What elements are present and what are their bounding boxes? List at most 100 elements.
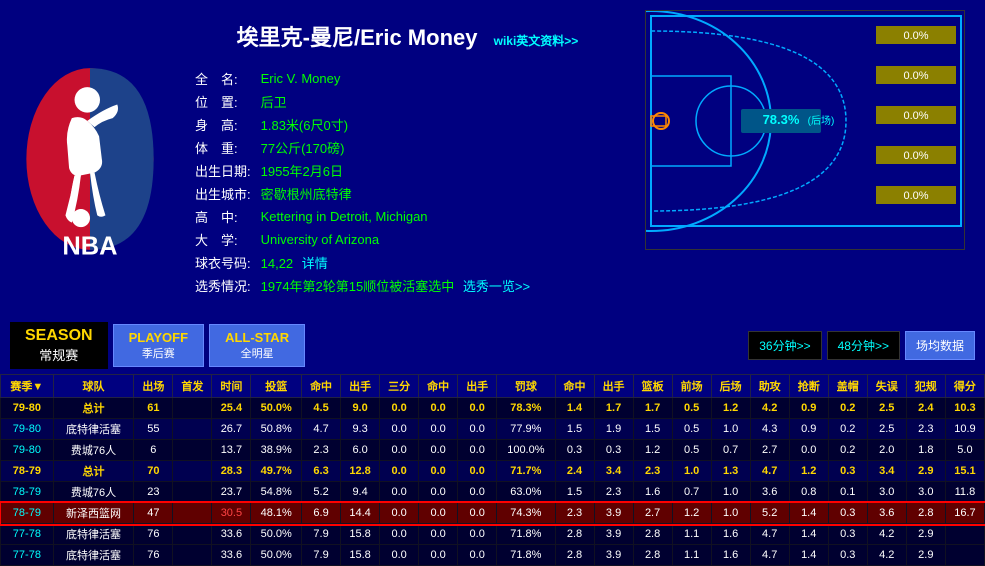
table-cell: 48.1% [251, 503, 302, 524]
table-cell: 0.0 [458, 461, 497, 482]
table-cell: 0.0 [458, 419, 497, 440]
col-orb[interactable]: 前场 [672, 375, 711, 398]
table-row: 78-79费城76人2323.754.8%5.29.40.00.00.063.0… [1, 482, 985, 503]
col-3pa[interactable]: 出手 [458, 375, 497, 398]
table-cell: 2.3 [555, 503, 594, 524]
table-cell: 0.5 [672, 440, 711, 461]
table-cell: 0.0 [419, 545, 458, 566]
table-cell: 0.0 [380, 482, 419, 503]
col-fg-pct[interactable]: 投篮 [251, 375, 302, 398]
table-cell: 5.0 [945, 440, 984, 461]
table-cell: 0.3 [555, 440, 594, 461]
col-reb[interactable]: 篮板 [633, 375, 672, 398]
table-cell: 0.5 [672, 398, 711, 419]
table-cell: 0.0 [419, 398, 458, 419]
48min-button[interactable]: 48分钟>> [827, 331, 900, 360]
col-pf[interactable]: 犯规 [906, 375, 945, 398]
table-cell: 7.9 [302, 545, 341, 566]
jersey-number: 14,22 [261, 256, 294, 271]
table-cell: 1.7 [633, 398, 672, 419]
table-cell: 0.0 [789, 440, 828, 461]
svg-text:0.0%: 0.0% [903, 150, 928, 162]
table-cell [945, 545, 984, 566]
col-stl[interactable]: 抢断 [789, 375, 828, 398]
col-starts[interactable]: 首发 [173, 375, 212, 398]
table-cell: 0.0 [380, 461, 419, 482]
table-cell: 2.9 [906, 461, 945, 482]
col-blk[interactable]: 盖帽 [828, 375, 867, 398]
svg-text:(后场): (后场) [808, 114, 835, 127]
table-cell: 6.9 [302, 503, 341, 524]
table-cell: 15.8 [341, 545, 380, 566]
court-section: 78.3% (后场) 0.0% 0.0% 0.0% 0.0% 0.0% 总计 1… [645, 10, 975, 307]
jersey-detail-link[interactable]: 详情 [302, 256, 328, 271]
table-cell: 2.3 [906, 419, 945, 440]
table-cell: 54.8% [251, 482, 302, 503]
table-cell: 78-79 [1, 461, 54, 482]
table-cell: 4.7 [750, 545, 789, 566]
col-season[interactable]: 赛季▼ [1, 375, 54, 398]
table-cell: 78-79 [1, 503, 54, 524]
col-games[interactable]: 出场 [134, 375, 173, 398]
col-fgm[interactable]: 命中 [302, 375, 341, 398]
draft-text: 1974年第2轮第15顺位被活塞选中 [261, 279, 455, 294]
stats-rows: 79-80总计6125.450.0%4.59.00.00.00.078.3%1.… [1, 398, 985, 566]
col-ftm[interactable]: 命中 [555, 375, 594, 398]
table-cell: 2.8 [633, 524, 672, 545]
right-buttons: 36分钟>> 48分钟>> 场均数据 [748, 331, 975, 360]
table-cell: 6.0 [341, 440, 380, 461]
table-cell: 2.4 [906, 398, 945, 419]
birth-date-value: 1955年2月6日 [256, 159, 535, 182]
table-cell: 1.9 [594, 419, 633, 440]
stats-navigation: SEASON 常规赛 PLAYOFF 季后赛 ALL-STAR 全明星 36分钟… [0, 317, 985, 374]
col-fta[interactable]: 出手 [594, 375, 633, 398]
table-cell: 1.2 [672, 503, 711, 524]
table-cell: 0.0 [380, 545, 419, 566]
draft-list-link[interactable]: 选秀一览>> [463, 279, 530, 294]
table-cell: 100.0% [497, 440, 555, 461]
table-cell: 16.7 [945, 503, 984, 524]
col-3pm[interactable]: 命中 [419, 375, 458, 398]
table-cell: 76 [134, 545, 173, 566]
col-min[interactable]: 时间 [212, 375, 251, 398]
avg-button[interactable]: 场均数据 [905, 331, 975, 360]
table-cell: 6.3 [302, 461, 341, 482]
col-fga[interactable]: 出手 [341, 375, 380, 398]
table-cell: 底特律活塞 [53, 524, 134, 545]
col-pts[interactable]: 得分 [945, 375, 984, 398]
season-tab[interactable]: SEASON 常规赛 [10, 322, 108, 369]
table-cell: 0.2 [828, 419, 867, 440]
col-tov[interactable]: 失误 [867, 375, 906, 398]
wiki-link[interactable]: wiki英文资料>> [494, 34, 579, 48]
allstar-bottom-label: 全明星 [241, 345, 274, 361]
table-cell: 0.0 [419, 482, 458, 503]
col-team[interactable]: 球队 [53, 375, 134, 398]
table-row: 79-80总计6125.450.0%4.59.00.00.00.078.3%1.… [1, 398, 985, 419]
36min-button[interactable]: 36分钟>> [748, 331, 821, 360]
col-3p[interactable]: 三分 [380, 375, 419, 398]
allstar-tab[interactable]: ALL-STAR 全明星 [209, 324, 305, 367]
table-cell: 0.0 [380, 419, 419, 440]
table-cell: 2.5 [867, 419, 906, 440]
col-drb[interactable]: 后场 [711, 375, 750, 398]
table-cell: 9.3 [341, 419, 380, 440]
table-cell: 4.2 [867, 545, 906, 566]
table-cell: 1.7 [594, 398, 633, 419]
player-info: 埃里克-曼尼/Eric Money wiki英文资料>> 全 名: Eric V… [170, 10, 645, 307]
table-cell: 25.4 [212, 398, 251, 419]
col-ast[interactable]: 助攻 [750, 375, 789, 398]
table-cell: 0.0 [380, 524, 419, 545]
table-cell: 33.6 [212, 524, 251, 545]
table-cell: 0.7 [672, 482, 711, 503]
table-cell: 76 [134, 524, 173, 545]
table-cell: 1.6 [711, 545, 750, 566]
playoff-tab[interactable]: PLAYOFF 季后赛 [113, 324, 204, 367]
table-cell: 总计 [53, 398, 134, 419]
col-ft-pct[interactable]: 罚球 [497, 375, 555, 398]
table-cell: 10.3 [945, 398, 984, 419]
table-cell: 0.0 [380, 440, 419, 461]
table-cell: 11.8 [945, 482, 984, 503]
table-cell: 3.0 [906, 482, 945, 503]
draft-value: 1974年第2轮第15顺位被活塞选中 选秀一览>> [256, 274, 535, 297]
birth-date-label: 出生日期: [190, 159, 256, 182]
